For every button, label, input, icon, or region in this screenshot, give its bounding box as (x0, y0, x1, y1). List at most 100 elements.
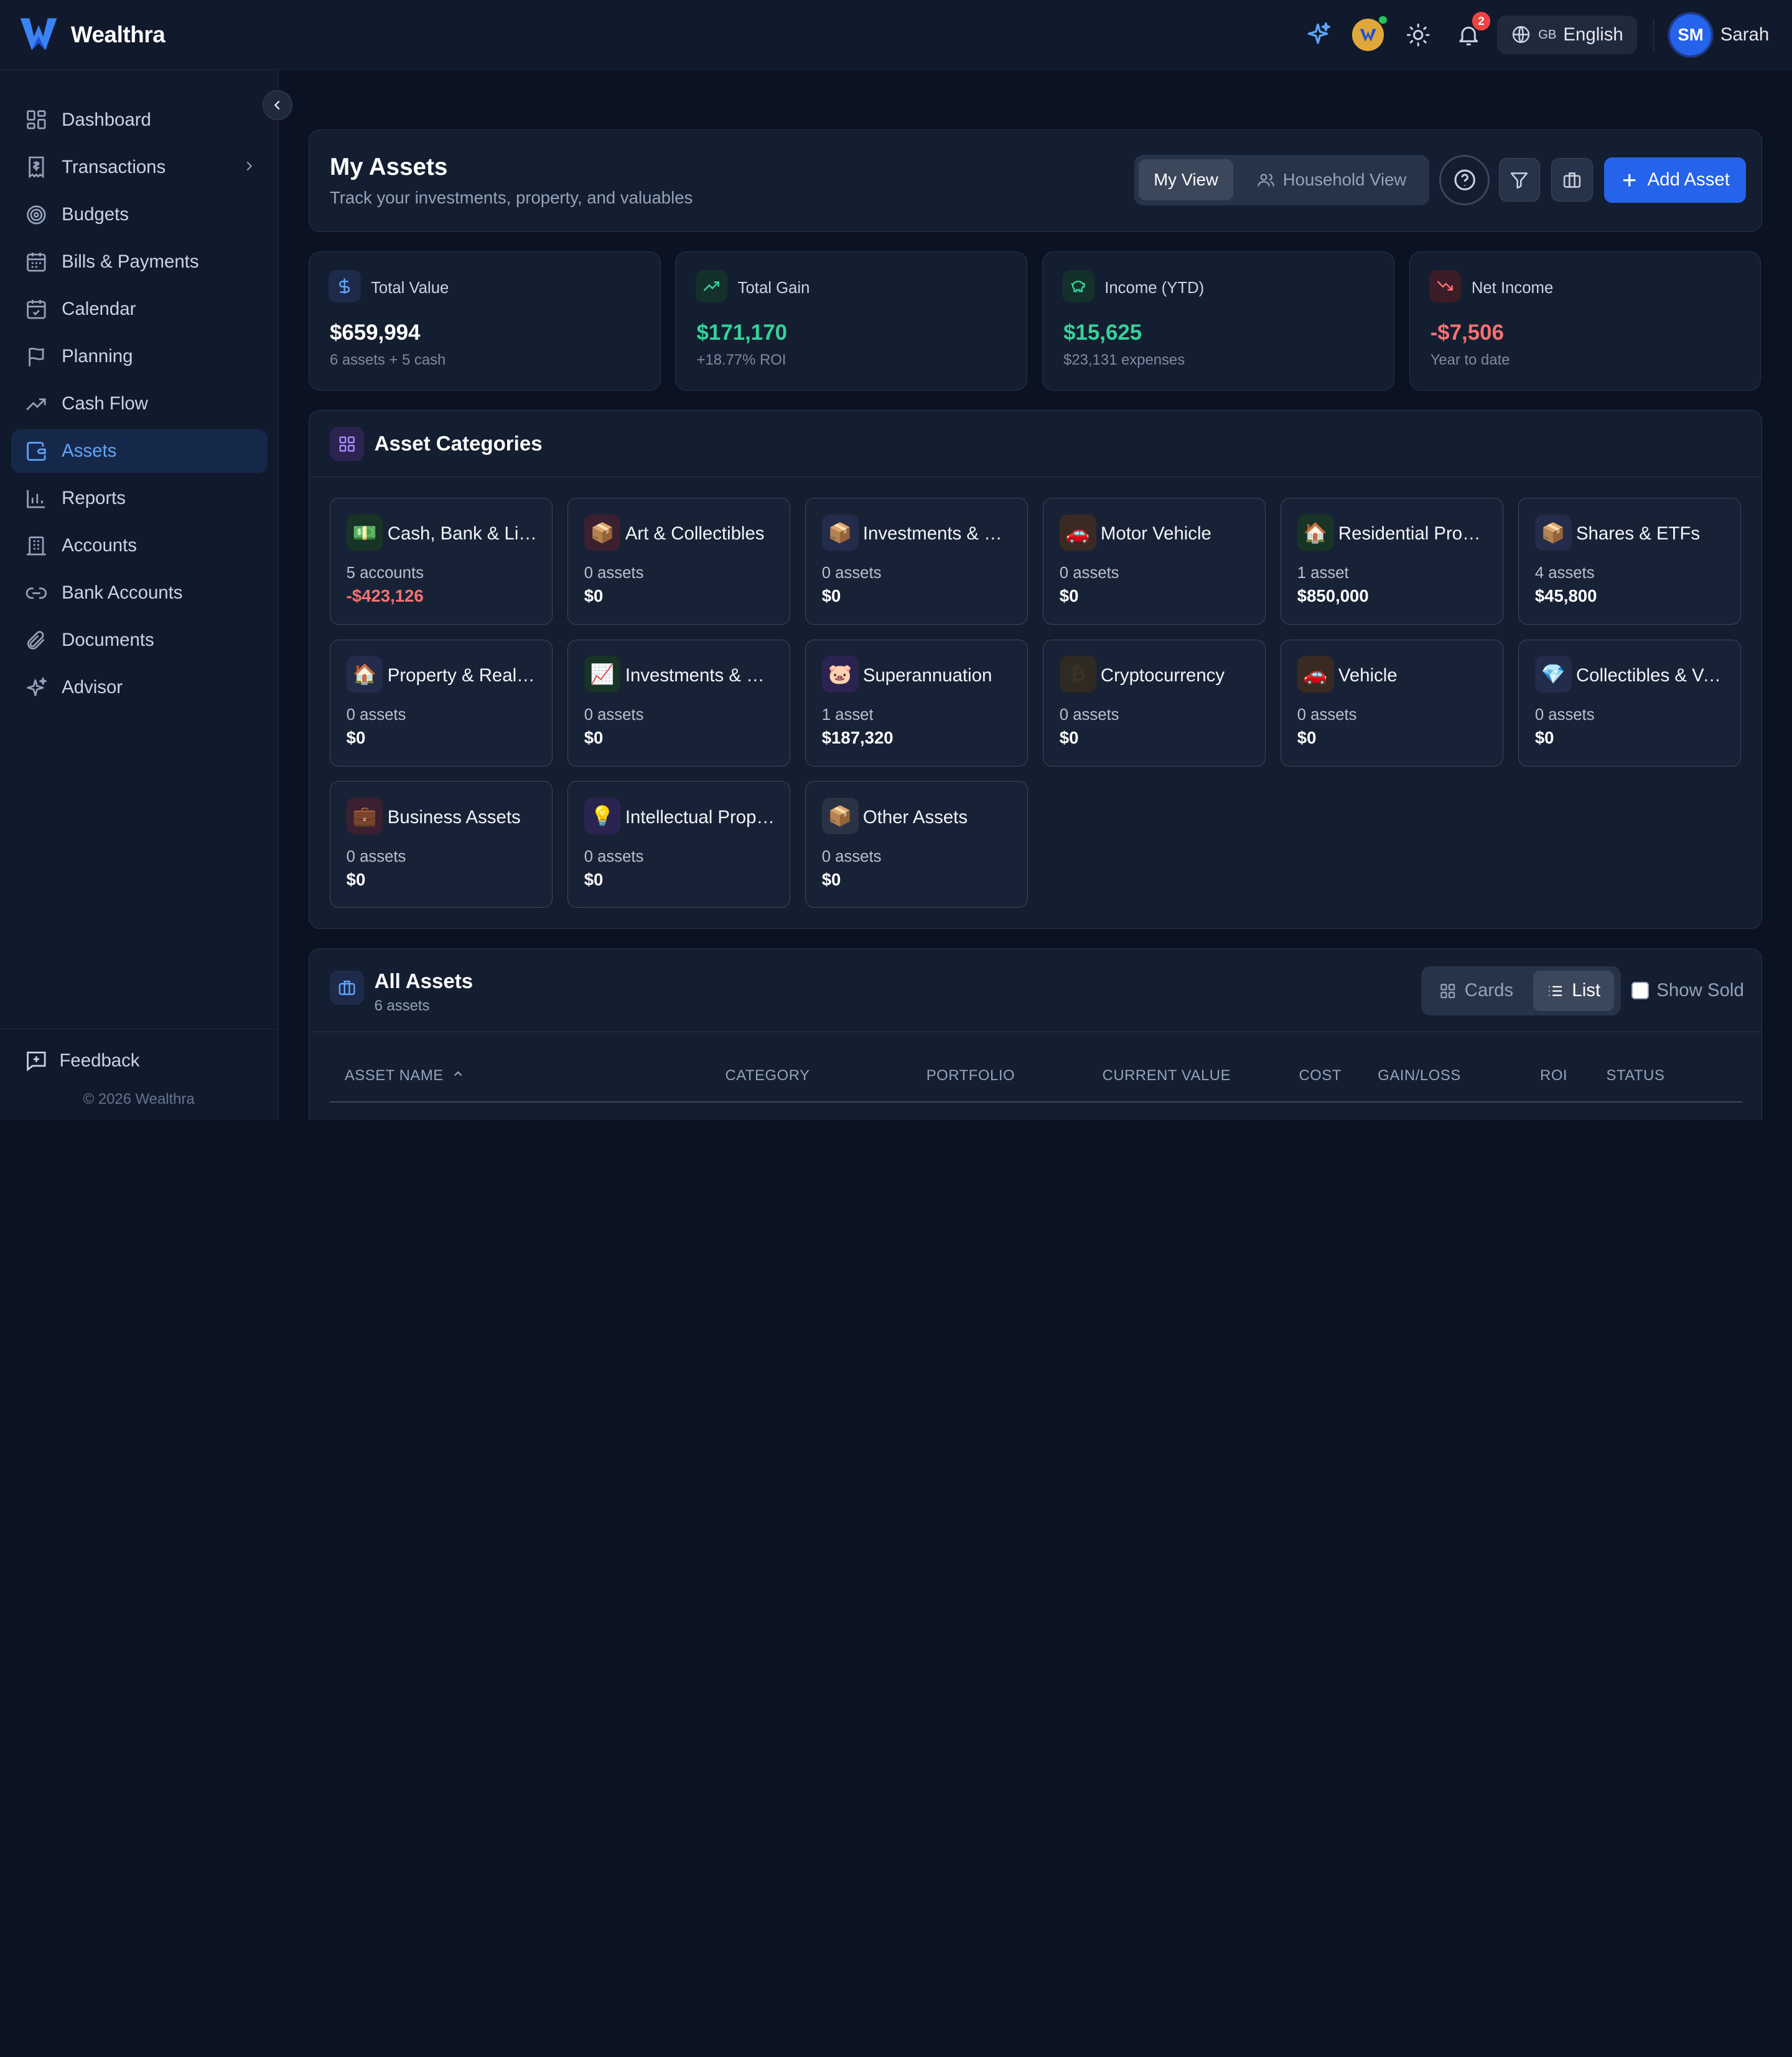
sidebar-item-reports[interactable]: Reports (11, 477, 267, 520)
sidebar-item-assets[interactable]: Assets (11, 429, 268, 473)
sidebar-item-dashboard[interactable]: Dashboard (11, 98, 267, 142)
filter-button[interactable] (1498, 158, 1541, 202)
package-icon: 📦 (821, 798, 859, 834)
plus-icon (1623, 174, 1636, 187)
help-button[interactable] (1439, 154, 1490, 205)
household-view-button[interactable]: Household View (1242, 159, 1422, 200)
column-header-cost[interactable]: COST (1299, 1067, 1341, 1084)
sidebar-item-bank-accounts[interactable]: Bank Accounts (11, 571, 267, 615)
category-tile-vehicle[interactable]: 🚗 Vehicle 0 assets $0 (1281, 639, 1504, 767)
sidebar-item-budgets[interactable]: Budgets (11, 193, 267, 236)
category-tile-property-real-estate[interactable]: 🏠 Property & Real Estate 0 assets $0 (329, 639, 553, 767)
category-value: $45,800 (1534, 586, 1597, 606)
category-tile-art-collectibles[interactable]: 📦 Art & Collectibles 0 assets $0 (567, 497, 791, 625)
category-tile-residential-property[interactable]: 🏠 Residential Property 1 asset $850,000 (1281, 497, 1504, 625)
category-tile-superannuation[interactable]: 🐷 Superannuation 1 asset $187,320 (805, 639, 1029, 767)
column-header-status[interactable]: STATUS (1607, 1067, 1665, 1084)
category-count: 0 assets (584, 847, 644, 865)
category-name: Cryptocurrency (1100, 665, 1225, 686)
ai-sparkles-button[interactable] (1300, 17, 1335, 52)
column-header-roi[interactable]: ROI (1540, 1067, 1567, 1084)
category-value: -$423,126 (346, 586, 424, 606)
sidebar-item-label: Accounts (62, 534, 137, 556)
category-tile-collectibles-valuables[interactable]: 💎 Collectibles & Valuables 0 assets $0 (1518, 639, 1742, 767)
column-header-current-value[interactable]: CURRENT VALUE (1103, 1067, 1231, 1084)
top-bar: Wealthra 2 GB English SM Sarah (0, 0, 1792, 70)
help-circle-icon (1454, 169, 1475, 191)
brand-name: Wealthra (70, 21, 166, 47)
portfolio-button[interactable] (1551, 158, 1593, 202)
show-sold-checkbox[interactable] (1631, 982, 1649, 999)
sidebar-item-label: Advisor (62, 677, 123, 698)
category-value: $0 (346, 869, 366, 889)
sidebar-item-transactions[interactable]: Transactions (11, 146, 267, 189)
category-value: $0 (346, 728, 366, 748)
category-name: Vehicle (1338, 665, 1398, 686)
theme-toggle-button[interactable] (1401, 17, 1435, 52)
cards-view-button[interactable]: Cards (1426, 971, 1527, 1010)
category-count: 0 assets (1534, 706, 1595, 724)
sidebar-item-calendar[interactable]: Calendar (11, 287, 267, 331)
my-view-button[interactable]: My View (1139, 159, 1233, 201)
stat-subtext: Year to date (1430, 351, 1510, 368)
sidebar-collapse-button[interactable] (263, 90, 293, 120)
category-tile-other-assets[interactable]: 📦 Other Assets 0 assets $0 (805, 781, 1029, 908)
category-tile-motor-vehicle[interactable]: 🚗 Motor Vehicle 0 assets $0 (1043, 497, 1266, 625)
category-count: 0 assets (346, 847, 406, 865)
sun-icon (1407, 23, 1430, 47)
column-header-gain-loss[interactable]: GAIN/LOSS (1378, 1067, 1461, 1084)
language-selector[interactable]: GB English (1497, 15, 1637, 55)
package-icon: 📦 (821, 514, 859, 551)
rewards-button[interactable] (1351, 15, 1388, 52)
building-icon (27, 536, 47, 556)
feedback-button[interactable]: Feedback (25, 1050, 140, 1073)
category-name: Motor Vehicle (1100, 523, 1211, 544)
category-name: Collectibles & Valuables (1575, 665, 1727, 686)
stat-label: Income (YTD) (1104, 279, 1205, 297)
trending-down-icon (1429, 270, 1462, 302)
category-tile-investments-securities[interactable]: 📦 Investments & Securities 0 assets $0 (805, 497, 1029, 625)
brand[interactable]: Wealthra (0, 14, 166, 55)
users-icon (1257, 174, 1274, 187)
sidebar-item-cash-flow[interactable]: Cash Flow (11, 382, 267, 426)
column-header-asset-name[interactable]: ASSET NAME (345, 1067, 464, 1084)
category-tile-cash-bank[interactable]: 💵 Cash, Bank & Liquid 5 accounts -$423,1… (329, 497, 553, 625)
briefcase-icon (329, 971, 365, 1005)
category-tile-cryptocurrency[interactable]: ₿ Cryptocurrency 0 assets $0 (1043, 639, 1266, 767)
sidebar-item-bills-payments[interactable]: Bills & Payments (11, 240, 267, 284)
stat-subtext: 6 assets + 5 cash (329, 351, 446, 368)
sidebar-item-planning[interactable]: Planning (11, 335, 267, 378)
category-name: Superannuation (862, 665, 992, 686)
lightbulb-icon: 💡 (584, 798, 621, 834)
show-sold-toggle[interactable]: Show Sold (1631, 980, 1744, 1001)
briefcase-icon (1563, 172, 1581, 188)
asset-categories-panel: Asset Categories 💵 Cash, Bank & Liquid 5… (308, 410, 1763, 930)
calendar-icon (27, 252, 46, 272)
category-tile-investments-securities-2[interactable]: 📈 Investments & Securities 0 assets $0 (567, 639, 791, 767)
section-header: Asset Categories (309, 411, 1762, 477)
category-name: Investments & Securities (625, 665, 776, 686)
globe-icon (1513, 26, 1530, 44)
sidebar-item-accounts[interactable]: Accounts (11, 524, 267, 567)
category-tile-shares-etfs[interactable]: 📦 Shares & ETFs 4 assets $45,800 (1518, 497, 1742, 625)
house-icon: 🏠 (1297, 514, 1334, 551)
column-header-portfolio[interactable]: PORTFOLIO (926, 1067, 1015, 1084)
category-name: Other Assets (862, 806, 968, 828)
sidebar-item-documents[interactable]: Documents (11, 618, 267, 662)
category-tile-business-assets[interactable]: 💼 Business Assets 0 assets $0 (329, 781, 553, 908)
sidebar-item-label: Reports (62, 487, 126, 508)
divider (1653, 19, 1654, 51)
notifications-button[interactable]: 2 (1452, 12, 1491, 52)
table-header-divider (329, 1101, 1743, 1103)
category-tile-intellectual-property[interactable]: 💡 Intellectual Property 0 assets $0 (567, 781, 791, 908)
category-name: Intellectual Property (625, 806, 777, 828)
stat-label: Net Income (1471, 279, 1554, 297)
category-name: Shares & ETFs (1575, 523, 1701, 544)
category-count: 0 assets (584, 564, 644, 582)
sidebar-item-advisor[interactable]: Advisor (11, 666, 267, 709)
list-view-button[interactable]: List (1533, 971, 1615, 1011)
add-asset-button[interactable]: Add Asset (1603, 157, 1746, 203)
column-header-category[interactable]: CATEGORY (725, 1067, 810, 1084)
user-menu[interactable]: SM Sarah (1670, 14, 1769, 56)
grid-icon (1440, 983, 1455, 998)
